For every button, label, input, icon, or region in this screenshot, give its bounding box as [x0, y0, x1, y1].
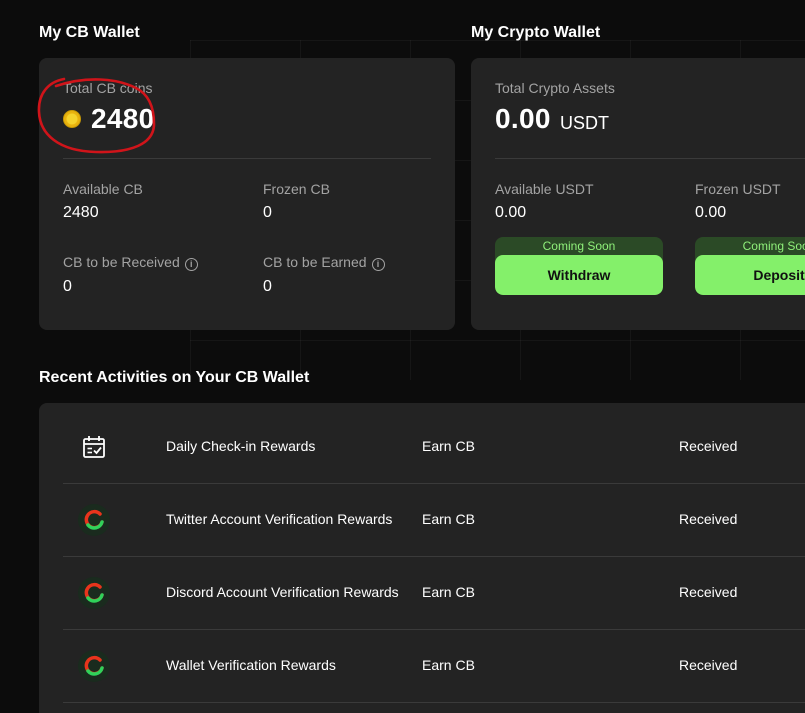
activity-row: Daily Check-in Rewards Earn CB Received: [63, 410, 805, 483]
wallet-page: My CB Wallet Total CB coins 2480 Availab…: [0, 0, 805, 713]
withdraw-button-group: Coming Soon Withdraw: [495, 237, 663, 295]
activity-status: Received: [679, 584, 738, 600]
divider: [63, 158, 431, 159]
activity-row: Discord Account Verification Rewards Ear…: [63, 556, 805, 629]
cb-wallet-title: My CB Wallet: [39, 24, 140, 41]
calendar-check-icon: [79, 432, 109, 462]
activity-row: Wallet Verification Rewards Earn CB Rece…: [63, 629, 805, 702]
activity-type: Earn CB: [422, 511, 475, 527]
available-cb-value: 2480: [63, 204, 99, 221]
deposit-button[interactable]: Deposit: [695, 255, 805, 295]
available-cb-label: Available CB: [63, 181, 143, 197]
available-usdt-value: 0.00: [495, 204, 527, 221]
crypto-wallet-card: Total Crypto Assets 0.00 USDT Available …: [471, 58, 805, 330]
activity-name: Daily Check-in Rewards: [166, 438, 316, 454]
activity-name: Discord Account Verification Rewards: [166, 584, 399, 600]
frozen-usdt-label: Frozen USDT: [695, 181, 781, 197]
activity-status: Received: [679, 511, 738, 527]
cb-to-earn-value: 0: [263, 278, 272, 295]
frozen-cb-label: Frozen CB: [263, 181, 330, 197]
total-crypto-value: 0.00: [495, 103, 551, 134]
row-divider: [63, 702, 805, 703]
withdraw-button[interactable]: Withdraw: [495, 255, 663, 295]
activity-name: Twitter Account Verification Rewards: [166, 511, 393, 527]
cb-to-earn-label: CB to be Earned: [263, 254, 367, 270]
total-crypto-unit: USDT: [560, 113, 609, 133]
cb-to-earn-row: CB to be Earned i: [263, 254, 385, 271]
activity-status: Received: [679, 438, 738, 454]
cb-logo-icon: [77, 649, 111, 683]
activity-status: Received: [679, 657, 738, 673]
activity-type: Earn CB: [422, 657, 475, 673]
deposit-button-group: Coming Soon Deposit: [695, 237, 805, 295]
activity-type: Earn CB: [422, 438, 475, 454]
deposit-coming-soon-badge: Coming Soon: [742, 239, 805, 253]
frozen-cb-value: 0: [263, 204, 272, 221]
withdraw-coming-soon-badge: Coming Soon: [542, 239, 616, 253]
info-icon[interactable]: i: [371, 258, 385, 271]
total-crypto-label: Total Crypto Assets: [495, 80, 615, 96]
info-icon[interactable]: i: [184, 258, 198, 271]
cb-logo-icon: [77, 576, 111, 610]
activity-type: Earn CB: [422, 584, 475, 600]
cb-to-receive-value: 0: [63, 278, 72, 295]
cb-to-receive-label: CB to be Received: [63, 254, 180, 270]
cb-to-receive-row: CB to be Received i: [63, 254, 198, 271]
divider: [495, 158, 805, 159]
crypto-wallet-title: My Crypto Wallet: [471, 24, 601, 41]
frozen-usdt-value: 0.00: [695, 204, 727, 221]
cb-logo-icon: [77, 503, 111, 537]
available-usdt-label: Available USDT: [495, 181, 594, 197]
activity-row: Twitter Account Verification Rewards Ear…: [63, 483, 805, 556]
activities-title: Recent Activities on Your CB Wallet: [39, 369, 310, 386]
annotation-circle: [37, 77, 156, 154]
activity-name: Wallet Verification Rewards: [166, 657, 336, 673]
